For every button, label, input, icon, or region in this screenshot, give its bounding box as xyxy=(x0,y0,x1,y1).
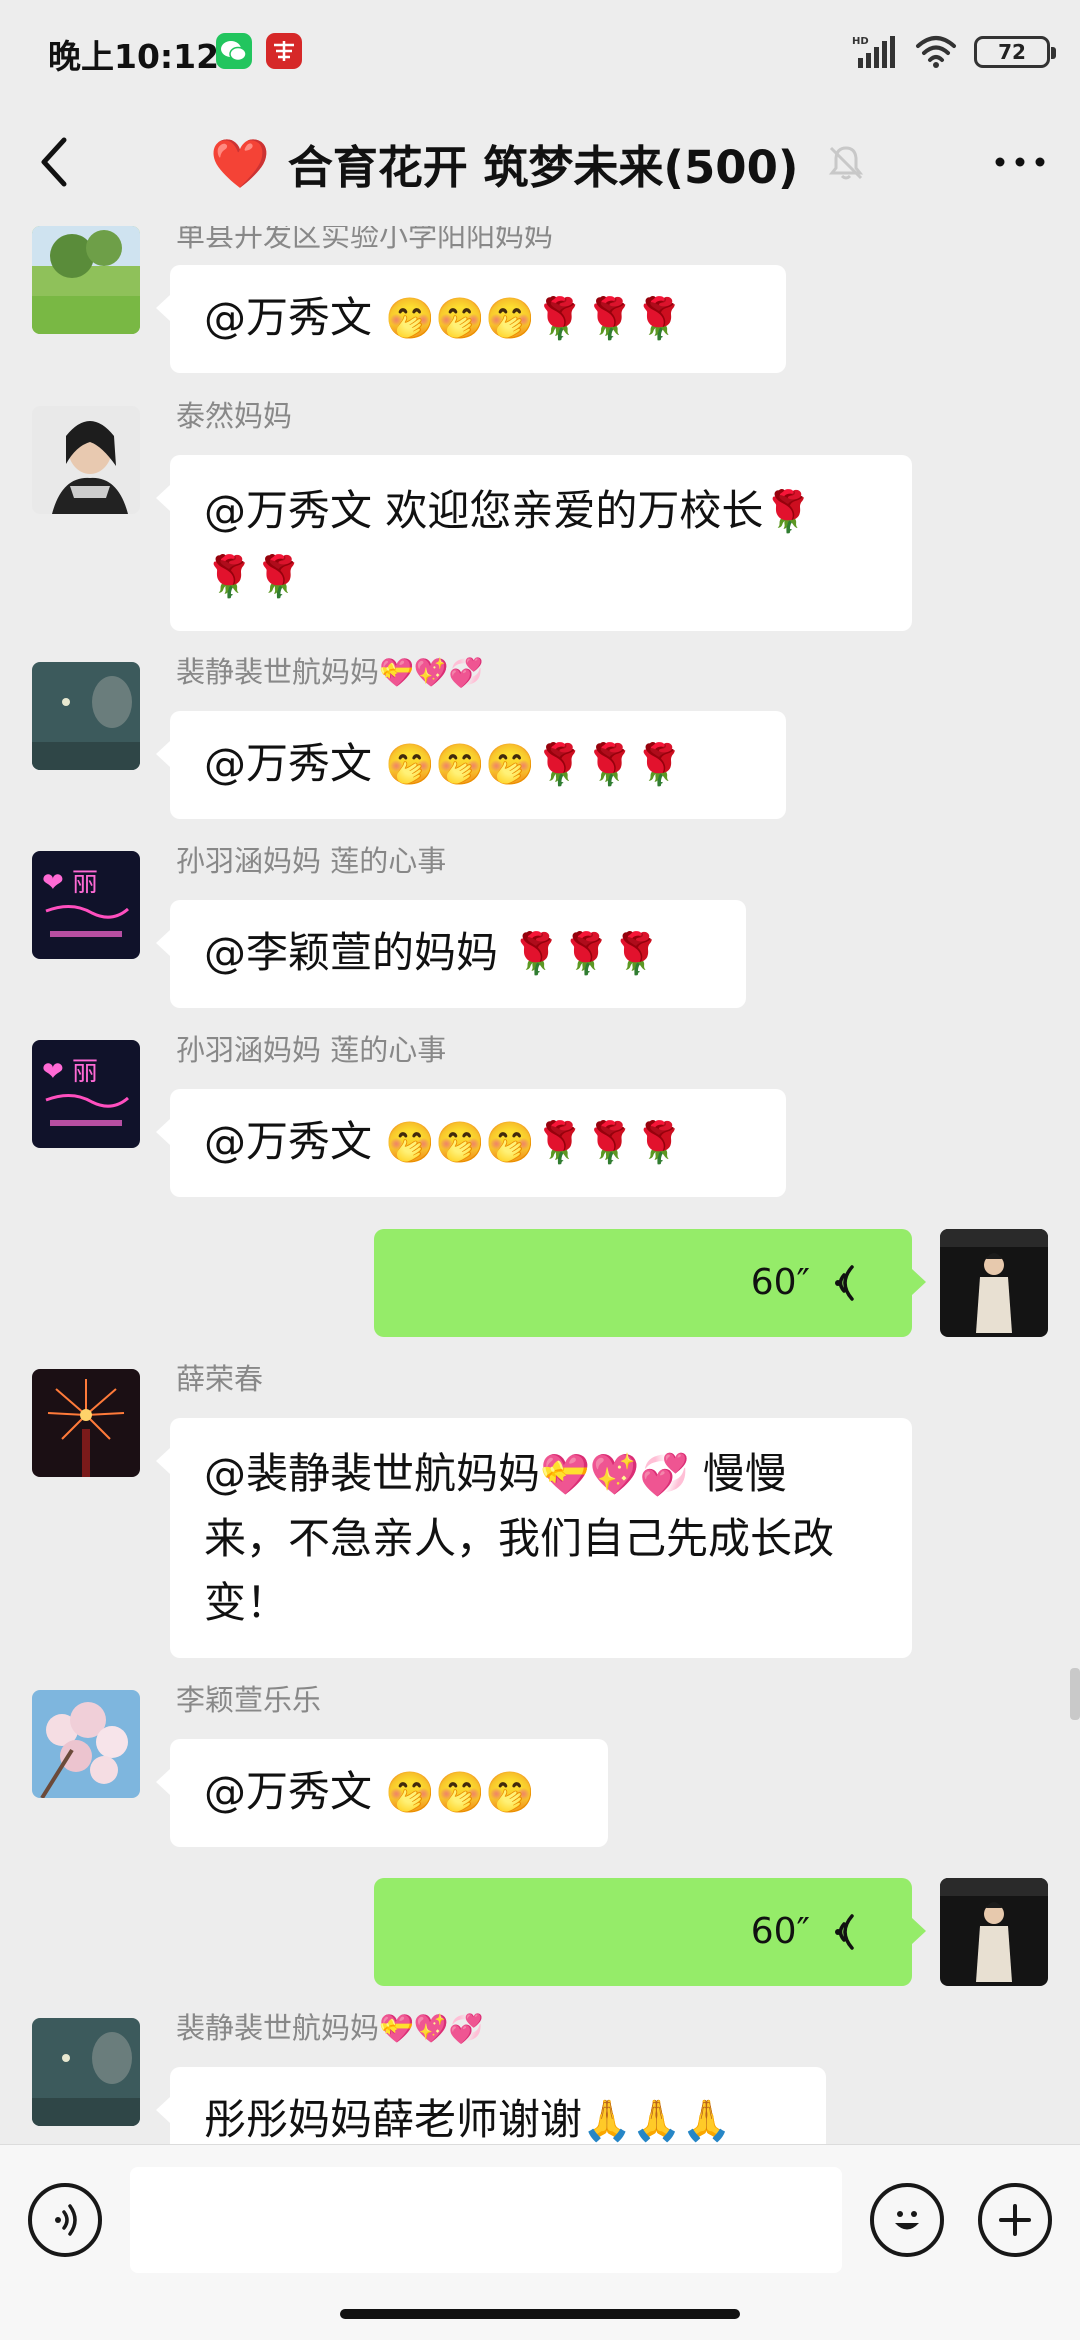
sender-name: 裴静裴世航妈妈💝💖💞 xyxy=(176,655,484,689)
chat-screen: 晚上10:12 HD 72 ❤️ 合育花开 筑梦未来(500) 单县开发区实验小… xyxy=(0,0,1080,2340)
avatar[interactable] xyxy=(32,1690,140,1798)
status-icons: HD 72 xyxy=(852,30,1056,74)
message-emoji: 🌹🌹🌹 xyxy=(511,931,661,977)
message-text: @万秀文 xyxy=(204,1117,386,1166)
message-text: 慢慢 xyxy=(689,1449,787,1498)
group-name: 合育花开 筑梦未来(500) xyxy=(287,140,799,194)
message-text: @裴静裴世航妈妈 xyxy=(204,1449,541,1498)
plus-icon xyxy=(999,2204,1031,2236)
voice-duration: 60″ xyxy=(750,1262,810,1303)
smile-icon xyxy=(895,2211,919,2230)
status-time: 晚上10:12 xyxy=(48,37,220,76)
message-bubble[interactable]: @万秀文 🤭🤭🤭🌹🌹🌹 xyxy=(156,711,786,819)
svg-text:❤ 丽: ❤ 丽 xyxy=(42,1057,98,1087)
home-indicator[interactable] xyxy=(340,2309,740,2319)
message-emoji: 🤭🤭🤭 xyxy=(385,1770,535,1816)
emoji-button[interactable] xyxy=(870,2183,944,2257)
sender-name: 裴静裴世航妈妈💝💖💞 xyxy=(176,2011,484,2045)
sender-name: 单县开发区实验小学阳阳妈妈 xyxy=(176,226,554,253)
voice-message-bubble[interactable]: 60″ xyxy=(374,1229,926,1337)
message-emoji: 🙏🙏🙏 xyxy=(582,2098,732,2144)
sender-name: 李颖萱乐乐 xyxy=(176,1683,322,1717)
avatar[interactable] xyxy=(32,406,140,514)
message-bubble[interactable]: @万秀文 欢迎您亲爱的万校长🌹 🌹🌹 xyxy=(156,455,912,631)
message-text: @万秀文 xyxy=(204,293,386,342)
message-list[interactable]: 单县开发区实验小学阳阳妈妈 @万秀文 🤭🤭🤭🌹🌹🌹 泰然妈妈 @万秀文 欢迎您亲… xyxy=(0,226,1080,2144)
message-text: @万秀文 xyxy=(204,739,386,788)
message-text: 来，不急亲人，我们自己先成长改 xyxy=(204,1514,835,1563)
message-emoji: 🤭🤭🤭🌹🌹🌹 xyxy=(385,742,685,788)
input-bar xyxy=(0,2144,1080,2340)
avatar[interactable]: ❤ 丽 xyxy=(32,1040,140,1148)
avatar[interactable] xyxy=(32,2018,140,2126)
self-avatar[interactable] xyxy=(940,1878,1048,1986)
voice-input-button[interactable] xyxy=(28,2183,102,2257)
battery-level: 72 xyxy=(998,40,1026,64)
message-text: 彤彤妈妈薛老师谢谢 xyxy=(204,2095,583,2144)
message-emoji: 🤭🤭🤭🌹🌹🌹 xyxy=(385,296,685,342)
scrollbar[interactable] xyxy=(1070,1668,1080,1720)
more-icon[interactable] xyxy=(990,140,1050,184)
battery-indicator: 72 xyxy=(974,36,1056,68)
message-text: 变！ xyxy=(204,1578,289,1627)
heart-icon: ❤️ xyxy=(210,135,270,192)
status-bar: 晚上10:12 HD 72 xyxy=(0,0,1080,100)
voice-duration: 60″ xyxy=(750,1911,810,1952)
back-arrow-icon[interactable] xyxy=(20,126,92,198)
message-bubble[interactable]: @裴静裴世航妈妈💝💖💞 慢慢 来，不急亲人，我们自己先成长改 变！ xyxy=(156,1418,912,1658)
voice-input-icon xyxy=(55,2204,77,2236)
message-emoji: 🌹 xyxy=(763,489,814,535)
avatar[interactable] xyxy=(32,226,140,334)
svg-text:HD: HD xyxy=(852,36,869,47)
message-input[interactable] xyxy=(130,2167,842,2273)
message-text: @万秀文 xyxy=(204,1767,386,1816)
message-bubble[interactable]: @李颖萱的妈妈 🌹🌹🌹 xyxy=(156,900,746,1008)
svg-text:❤ 丽: ❤ 丽 xyxy=(42,868,98,898)
app-notification-icon xyxy=(266,33,302,69)
voice-message-bubble[interactable]: 60″ xyxy=(374,1878,926,1986)
wifi-icon xyxy=(916,36,956,68)
avatar[interactable] xyxy=(32,1369,140,1477)
avatar[interactable]: ❤ 丽 xyxy=(32,851,140,959)
chat-title[interactable]: ❤️ 合育花开 筑梦未来(500) xyxy=(210,128,867,198)
message-bubble[interactable]: 彤彤妈妈薛老师谢谢🙏🙏🙏 xyxy=(156,2067,826,2144)
sender-name: 泰然妈妈 xyxy=(176,399,293,433)
avatar[interactable] xyxy=(32,662,140,770)
message-emoji: 🌹🌹 xyxy=(204,554,304,600)
message-bubble[interactable]: @万秀文 🤭🤭🤭🌹🌹🌹 xyxy=(156,1089,786,1197)
self-avatar[interactable] xyxy=(940,1229,1048,1337)
message-bubble[interactable]: @万秀文 🤭🤭🤭🌹🌹🌹 xyxy=(156,265,786,373)
signal-icon: HD xyxy=(852,36,895,68)
sender-name: 孙羽涵妈妈 莲的心事 xyxy=(176,844,447,878)
voice-wave-icon xyxy=(835,1265,854,1301)
more-actions-button[interactable] xyxy=(978,2183,1052,2257)
voice-wave-icon xyxy=(835,1914,854,1950)
sender-name: 薛荣春 xyxy=(176,1362,264,1396)
message-emoji: 🤭🤭🤭🌹🌹🌹 xyxy=(385,1120,685,1166)
wechat-icon xyxy=(216,33,252,69)
message-emoji: 💝💖💞 xyxy=(540,1452,690,1498)
sender-name: 孙羽涵妈妈 莲的心事 xyxy=(176,1033,447,1067)
message-text: @万秀文 欢迎您亲爱的万校长 xyxy=(204,486,764,535)
message-bubble[interactable]: @万秀文 🤭🤭🤭 xyxy=(156,1739,608,1847)
chat-header: ❤️ 合育花开 筑梦未来(500) xyxy=(0,100,1080,226)
message-text: @李颖萱的妈妈 xyxy=(204,928,512,977)
bell-off-icon xyxy=(828,146,863,180)
